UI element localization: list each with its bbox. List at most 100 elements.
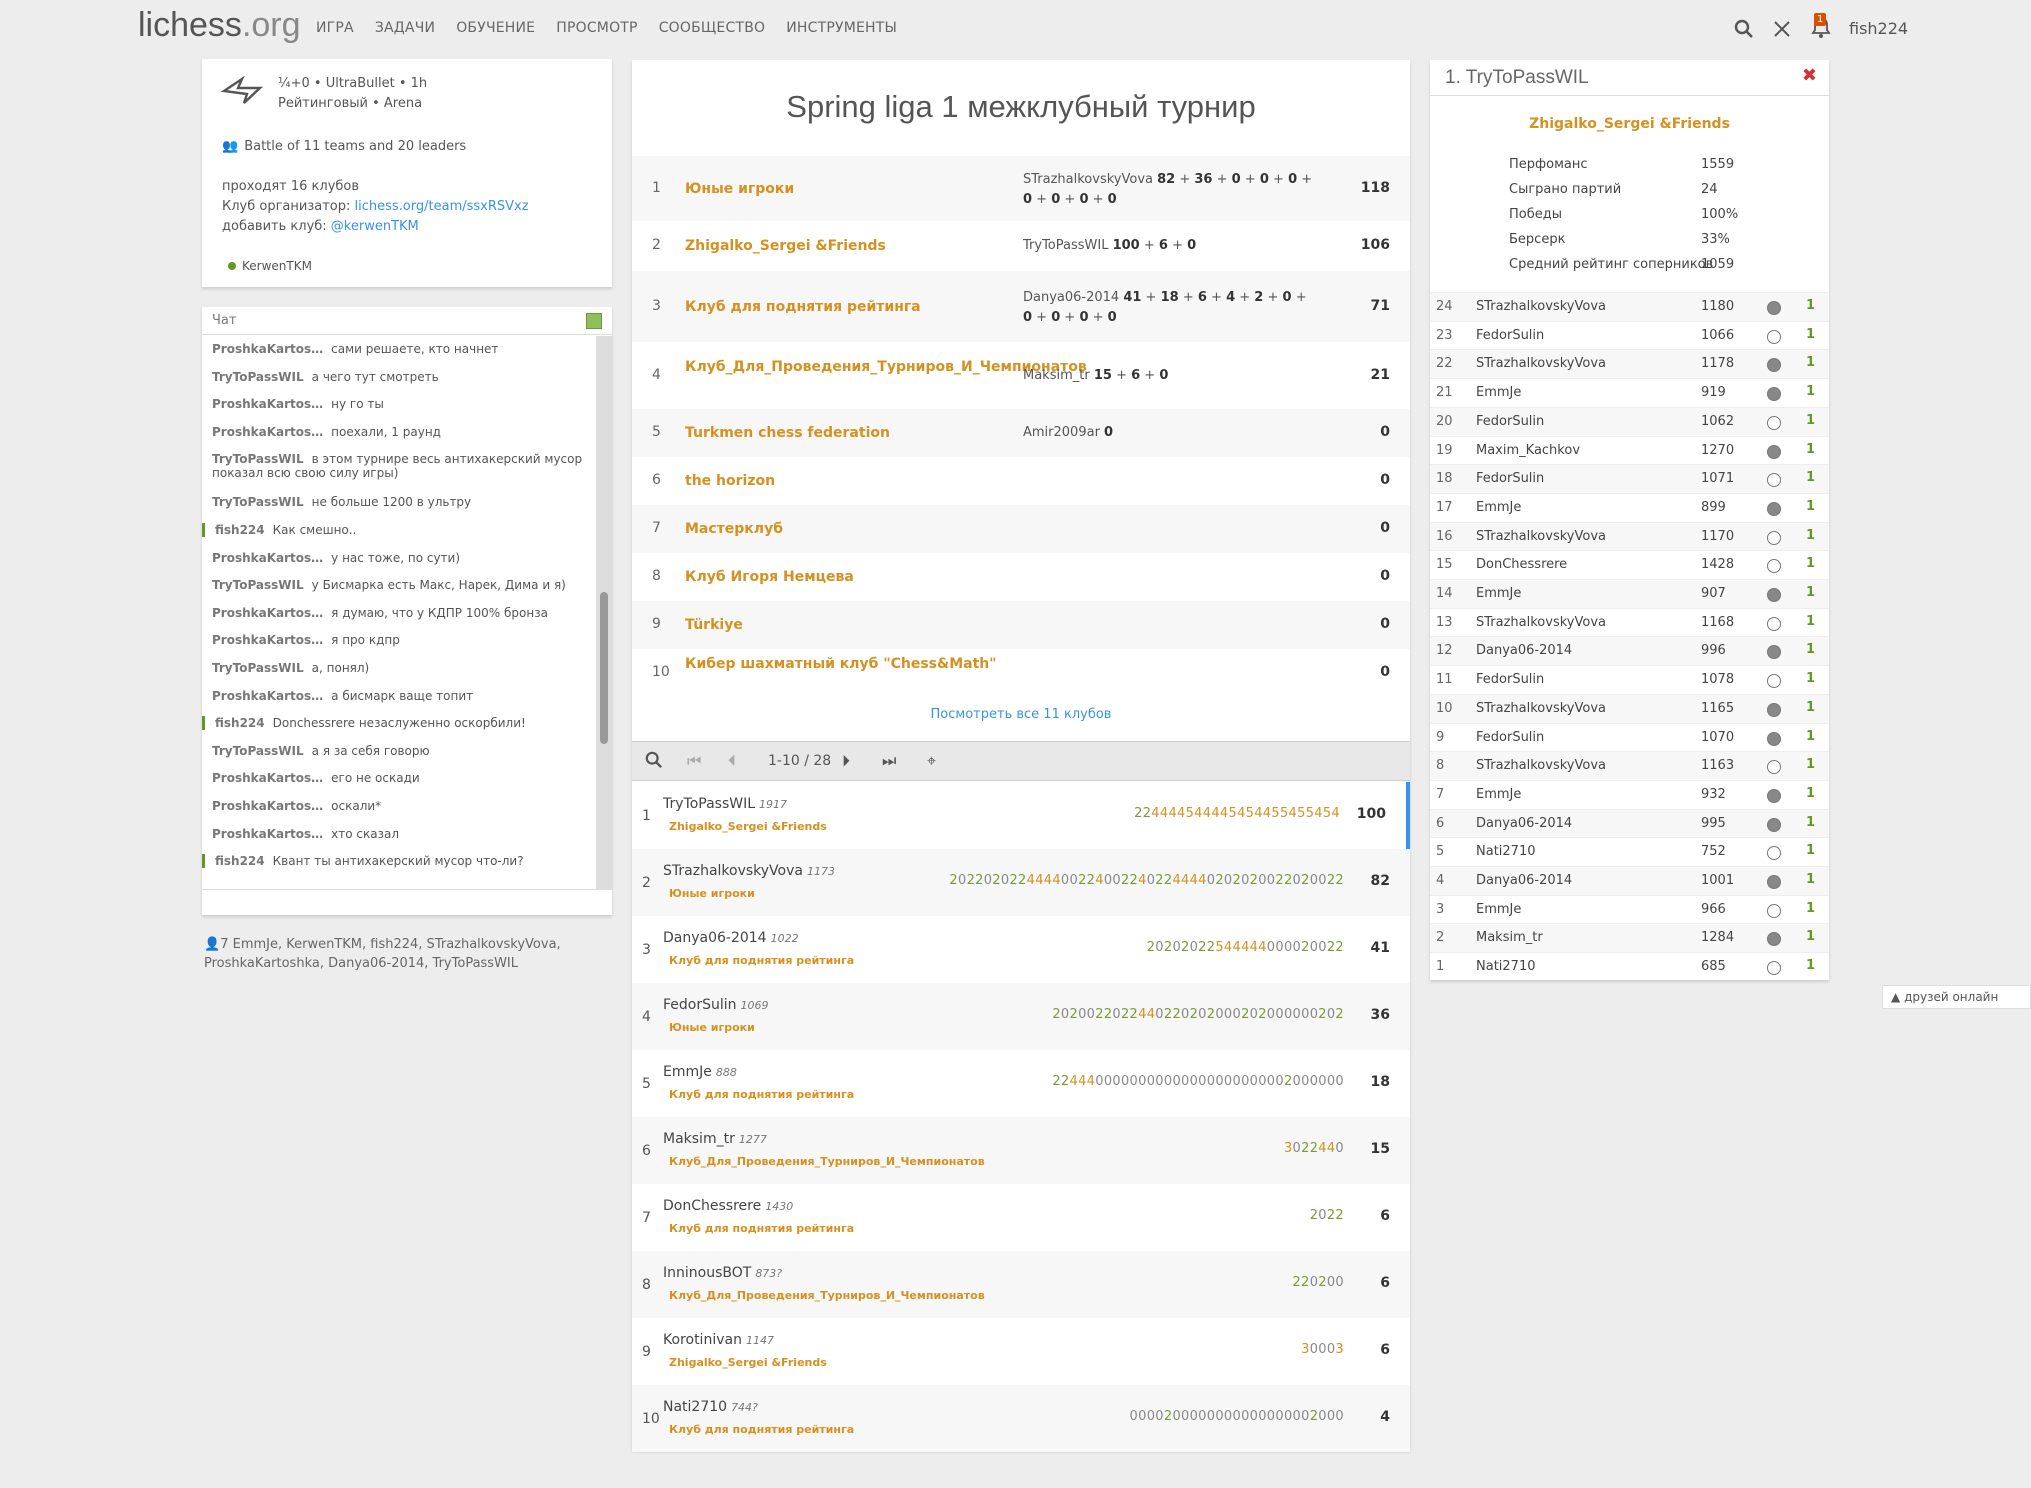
player-team[interactable]: Клуб для поднятия рейтинга — [669, 1088, 854, 1101]
opponent-name[interactable]: STrazhalkovskyVova — [1476, 615, 1606, 630]
team-name[interactable]: Zhigalko_Sergei &Friends — [685, 237, 1005, 255]
player-row[interactable]: 1 TryToPassWIL 1917 Zhigalko_Sergei &Friend… — [632, 782, 1410, 849]
chat-username[interactable]: TryToPassWIL — [212, 661, 304, 675]
player-row[interactable]: 2 STrazhalkovskyVova 1173 Юные игроки 202202… — [632, 849, 1410, 916]
player-name[interactable]: Nati2710 744? — [663, 1399, 758, 1415]
chat-toggle-checkbox[interactable] — [586, 313, 602, 329]
chat-username[interactable]: ProshkaKartos… — [212, 633, 323, 647]
player-team[interactable]: Клуб для поднятия рейтинга — [669, 954, 854, 967]
add-club-link[interactable]: @kerwenTKM — [331, 219, 419, 234]
opponent-name[interactable]: STrazhalkovskyVova — [1476, 758, 1606, 773]
player-team[interactable]: Zhigalko_Sergei &Friends — [669, 1356, 827, 1369]
chat-username[interactable]: TryToPassWIL — [212, 452, 304, 466]
nav-puzzles[interactable]: ЗАДАЧИ — [375, 20, 435, 36]
opponent-name[interactable]: FedorSulin — [1476, 672, 1544, 687]
last-page-icon[interactable]: ⏭ — [882, 751, 896, 771]
team-row[interactable]: 1 Юные игроки STrazhalkovskyVova 82 + 36 +… — [632, 156, 1410, 221]
chat-username[interactable]: ProshkaKartos… — [212, 827, 323, 841]
game-row[interactable]: 12 Danya06-2014 996 1 — [1430, 636, 1829, 666]
opponent-name[interactable]: EmmJe — [1476, 902, 1521, 917]
player-row[interactable]: 9 Korotinivan 1147 Zhigalko_Sergei &Friends… — [632, 1318, 1410, 1385]
game-row[interactable]: 8 STrazhalkovskyVova 1163 1 — [1430, 751, 1829, 781]
creator[interactable]: KerwenTKM — [228, 259, 312, 273]
team-name[interactable]: Türkiye — [685, 616, 1005, 634]
chat-username[interactable]: ProshkaKartos… — [212, 771, 323, 785]
chat-username[interactable]: fish224 — [215, 854, 265, 868]
chat-input[interactable] — [202, 889, 612, 915]
team-row[interactable]: 9 Türkiye 0 — [632, 601, 1410, 649]
game-row[interactable]: 4 Danya06-2014 1001 1 — [1430, 866, 1829, 895]
opponent-name[interactable]: STrazhalkovskyVova — [1476, 529, 1606, 544]
team-row[interactable]: 2 Zhigalko_Sergei &Friends TryToPassWIL 10… — [632, 221, 1410, 271]
team-name[interactable]: Клуб Игоря Немцева — [685, 568, 1005, 586]
site-logo[interactable]: lichess.org — [138, 6, 301, 45]
player-row[interactable]: 6 Maksim_tr 1277 Клуб_Для_Проведения_Турнир… — [632, 1117, 1410, 1184]
player-team[interactable]: Zhigalko_Sergei &Friends — [1430, 116, 1829, 132]
game-row[interactable]: 11 FedorSulin 1078 1 — [1430, 665, 1829, 694]
chat-username[interactable]: TryToPassWIL — [212, 744, 304, 758]
opponent-name[interactable]: Nati2710 — [1476, 844, 1535, 859]
game-row[interactable]: 14 EmmJe 907 1 — [1430, 579, 1829, 608]
game-row[interactable]: 1 Nati2710 685 1 — [1430, 952, 1829, 981]
player-row[interactable]: 5 EmmJe 888 Клуб для поднятия рейтинга 22444… — [632, 1050, 1410, 1117]
player-name[interactable]: InninousBOT 873? — [663, 1265, 782, 1281]
player-team[interactable]: Клуб для поднятия рейтинга — [669, 1222, 854, 1235]
chat-username[interactable]: ProshkaKartos… — [212, 689, 323, 703]
game-row[interactable]: 10 STrazhalkovskyVova 1165 1 — [1430, 693, 1829, 723]
game-row[interactable]: 15 DonChessrere 1428 1 — [1430, 550, 1829, 579]
organizer-link[interactable]: lichess.org/team/ssxRSVxz — [355, 199, 529, 214]
team-row[interactable]: 3 Клуб для поднятия рейтинга Danya06-2014 … — [632, 271, 1410, 342]
opponent-name[interactable]: Nati2710 — [1476, 959, 1535, 974]
search-icon[interactable] — [645, 751, 663, 773]
player-row[interactable]: 10 Nati2710 744? Клуб для поднятия рейтинга… — [632, 1385, 1410, 1452]
game-row[interactable]: 13 STrazhalkovskyVova 1168 1 — [1430, 607, 1829, 637]
game-row[interactable]: 9 FedorSulin 1070 1 — [1430, 722, 1829, 752]
team-name[interactable]: Мастерклуб — [685, 520, 1005, 538]
chat-username[interactable]: ProshkaKartos… — [212, 397, 323, 411]
opponent-name[interactable]: STrazhalkovskyVova — [1476, 299, 1606, 314]
team-row[interactable]: 8 Клуб Игоря Немцева 0 — [632, 553, 1410, 601]
team-row[interactable]: 7 Мастерклуб 0 — [632, 505, 1410, 553]
prev-page-icon[interactable]: ⏴ — [728, 751, 736, 771]
player-team[interactable]: Юные игроки — [669, 887, 755, 900]
first-page-icon[interactable]: ⏮ — [687, 751, 701, 771]
game-row[interactable]: 20 FedorSulin 1062 1 — [1430, 406, 1829, 436]
crosshair-icon[interactable]: ⌖ — [927, 751, 936, 771]
chat-username[interactable]: TryToPassWIL — [212, 495, 304, 509]
player-row[interactable]: 8 InninousBOT 873? Клуб_Для_Проведения_Турн… — [632, 1251, 1410, 1318]
opponent-name[interactable]: STrazhalkovskyVova — [1476, 701, 1606, 716]
opponent-name[interactable]: EmmJe — [1476, 586, 1521, 601]
player-name[interactable]: Maksim_tr 1277 — [663, 1131, 767, 1147]
opponent-name[interactable]: STrazhalkovskyVova — [1476, 356, 1606, 371]
chat-username[interactable]: ProshkaKartos… — [212, 799, 323, 813]
nav-tools[interactable]: ИНСТРУМЕНТЫ — [786, 20, 897, 36]
chat-username[interactable]: fish224 — [215, 716, 265, 730]
player-team[interactable]: Юные игроки — [669, 1021, 755, 1034]
opponent-name[interactable]: FedorSulin — [1476, 328, 1544, 343]
game-row[interactable]: 18 FedorSulin 1071 1 — [1430, 464, 1829, 494]
chat-scrollbar[interactable] — [596, 336, 612, 889]
team-name[interactable]: Юные игроки — [685, 180, 1005, 198]
game-row[interactable]: 17 EmmJe 899 1 — [1430, 492, 1829, 522]
game-row[interactable]: 16 STrazhalkovskyVova 1170 1 — [1430, 521, 1829, 551]
team-name[interactable]: Клуб_Для_Проведения_Турниров_И_Чемпионат… — [685, 358, 1087, 376]
opponent-name[interactable]: Maxim_Kachkov — [1476, 443, 1580, 458]
chat-username[interactable]: TryToPassWIL — [212, 370, 304, 384]
game-row[interactable]: 7 EmmJe 932 1 — [1430, 779, 1829, 809]
friends-online-button[interactable]: ▲ друзей онлайн — [1882, 985, 2031, 1009]
game-row[interactable]: 24 STrazhalkovskyVova 1180 1 — [1430, 292, 1829, 321]
team-row[interactable]: 6 the horizon 0 — [632, 457, 1410, 505]
player-name[interactable]: FedorSulin 1069 — [663, 997, 769, 1013]
nav-community[interactable]: СООБЩЕСТВО — [659, 20, 766, 36]
opponent-name[interactable]: FedorSulin — [1476, 730, 1544, 745]
nav-play[interactable]: ИГРА — [316, 20, 354, 36]
player-row[interactable]: 4 FedorSulin 1069 Юные игроки 20200220224402… — [632, 983, 1410, 1050]
opponent-name[interactable]: EmmJe — [1476, 787, 1521, 802]
opponent-name[interactable]: EmmJe — [1476, 385, 1521, 400]
game-row[interactable]: 5 Nati2710 752 1 — [1430, 837, 1829, 866]
swords-icon[interactable] — [1772, 19, 1792, 44]
team-name[interactable]: the horizon — [685, 472, 1005, 490]
game-row[interactable]: 2 Maksim_tr 1284 1 — [1430, 923, 1829, 953]
user-menu[interactable]: fish224 — [1849, 19, 1908, 38]
opponent-name[interactable]: Danya06-2014 — [1476, 816, 1572, 831]
